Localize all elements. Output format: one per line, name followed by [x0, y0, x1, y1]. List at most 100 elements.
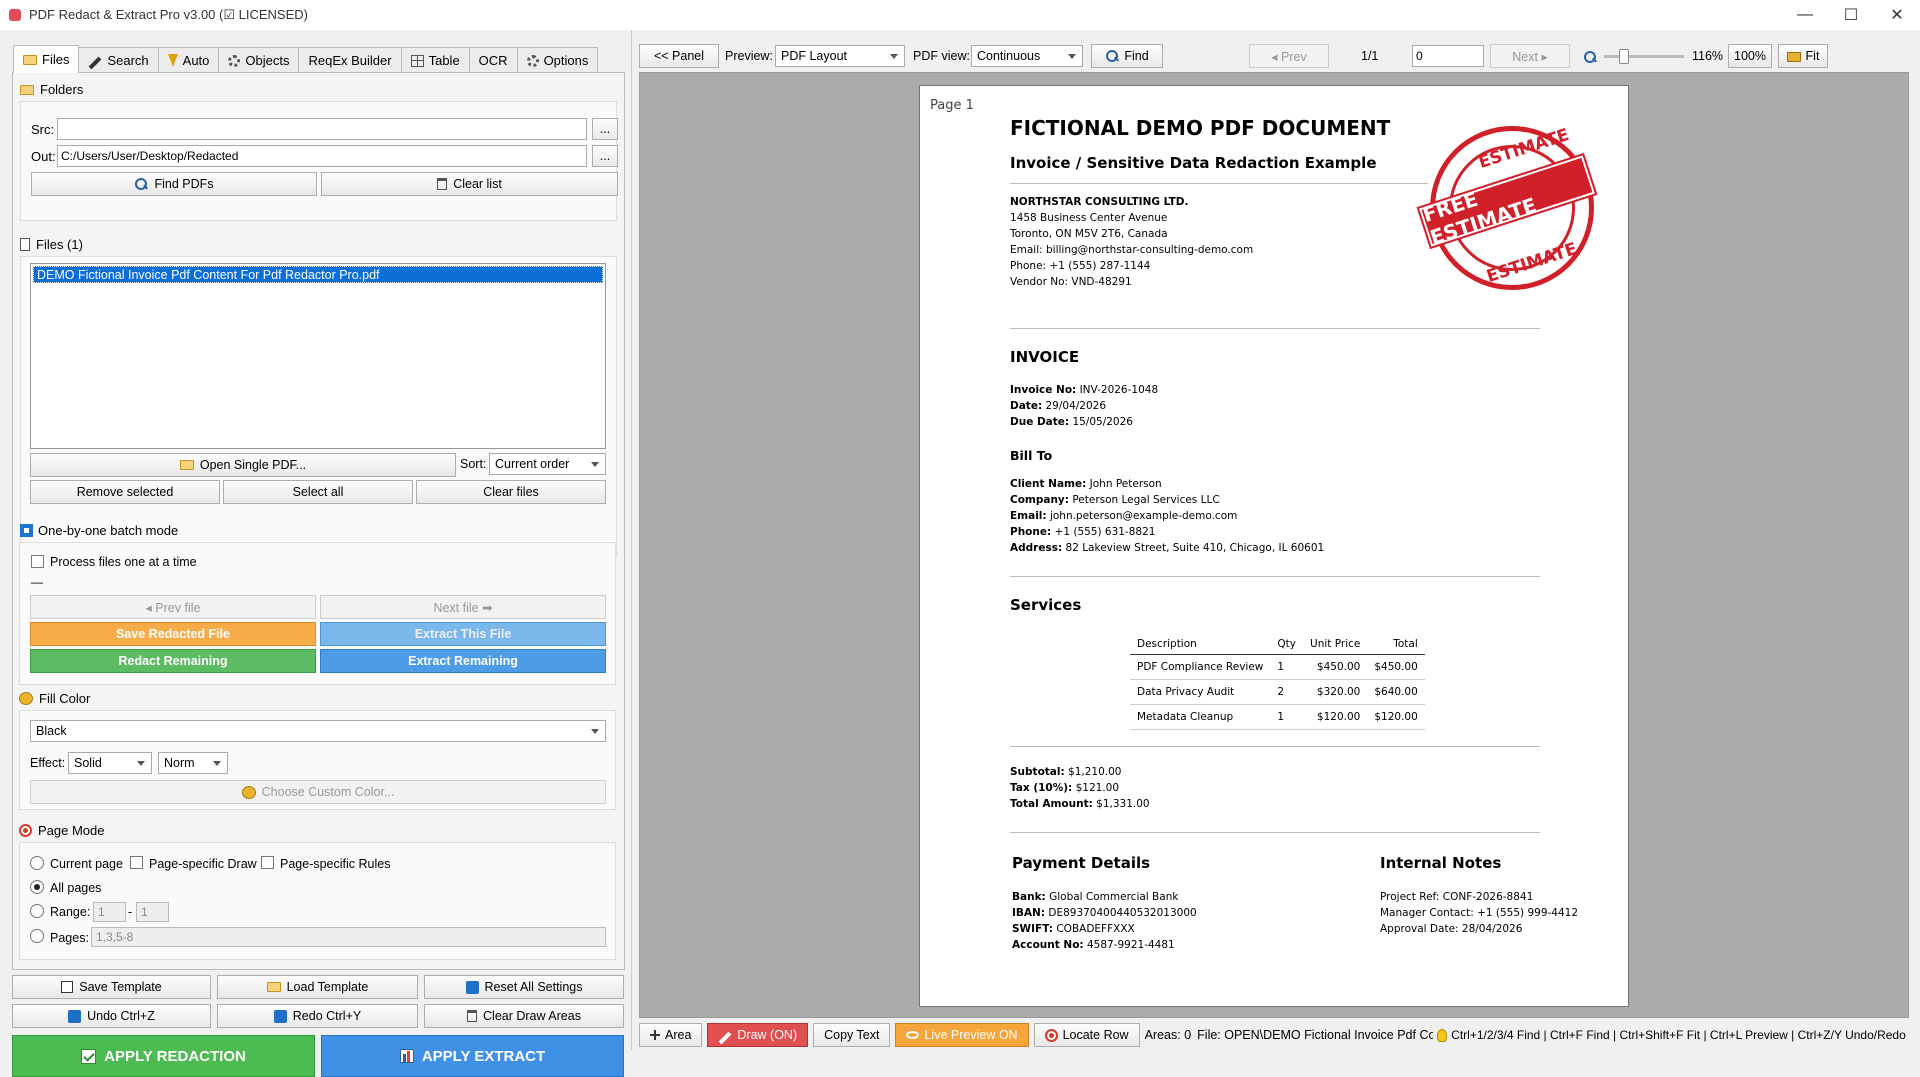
process-one-checkbox[interactable]	[31, 555, 44, 568]
zoom-slider-handle[interactable]	[1619, 49, 1629, 64]
apply-extract-button[interactable]: APPLY EXTRACT	[321, 1035, 624, 1077]
extract-remaining-button[interactable]: Extract Remaining	[320, 649, 606, 673]
next-file-button[interactable]: Next file ➡	[320, 595, 606, 619]
all-pages-radio[interactable]	[30, 880, 44, 894]
save-redacted-file-button[interactable]: Save Redacted File	[30, 622, 316, 646]
prev-file-button[interactable]: ◂ Prev file	[30, 595, 316, 619]
account-number: Account No: 4587-9921-4481	[1012, 939, 1175, 951]
sort-select[interactable]: Current order	[489, 453, 606, 475]
load-template-button[interactable]: Load Template	[217, 975, 418, 999]
pages-input[interactable]: 1,3,5-8	[91, 927, 606, 947]
out-browse-button[interactable]: ...	[592, 145, 618, 167]
table-cell: $640.00	[1367, 679, 1425, 705]
page-specific-draw-checkbox[interactable]	[130, 856, 143, 869]
clear-draw-areas-button[interactable]: Clear Draw Areas	[424, 1004, 624, 1028]
apply-redaction-button[interactable]: APPLY REDACTION	[12, 1035, 315, 1077]
extract-this-file-button[interactable]: Extract This File	[320, 622, 606, 646]
folders-section-title: Folders	[20, 82, 83, 97]
search-icon	[1105, 49, 1119, 63]
range-radio[interactable]	[30, 904, 44, 918]
files-listbox[interactable]: DEMO Fictional Invoice Pdf Content For P…	[30, 263, 606, 449]
save-template-button[interactable]: Save Template	[12, 975, 211, 999]
list-item[interactable]: DEMO Fictional Invoice Pdf Content For P…	[33, 266, 603, 283]
close-button[interactable]: ✕	[1874, 0, 1920, 30]
prev-page-button[interactable]: ◂ Prev	[1249, 44, 1329, 68]
palette-icon	[241, 785, 256, 799]
choose-custom-color-button[interactable]: Choose Custom Color...	[30, 780, 606, 804]
target-icon	[19, 824, 32, 837]
pdf-page[interactable]: Page 1 FICTIONAL DEMO PDF DOCUMENT Invoi…	[919, 85, 1629, 1007]
draw-toggle-button[interactable]: Draw (ON)	[707, 1023, 809, 1047]
field-key: Total Amount:	[1010, 798, 1093, 810]
pdf-view-select[interactable]: Continuous	[971, 45, 1083, 67]
clear-files-button[interactable]: Clear files	[416, 480, 606, 504]
process-one-label: Process files one at a time	[50, 555, 197, 569]
pages-radio[interactable]	[30, 929, 44, 943]
table-cell: $450.00	[1367, 654, 1425, 680]
out-input[interactable]: C:/Users/User/Desktop/Redacted	[57, 145, 587, 167]
eye-icon	[906, 1031, 920, 1039]
area-button[interactable]: Area	[639, 1023, 703, 1047]
range-to-spinner[interactable]: 1	[136, 902, 169, 922]
pdf-viewer[interactable]: Page 1 FICTIONAL DEMO PDF DOCUMENT Invoi…	[639, 72, 1909, 1018]
redo-button[interactable]: Redo Ctrl+Y	[217, 1004, 418, 1028]
button-label: Load Template	[286, 980, 369, 994]
clear-list-button[interactable]: Clear list	[321, 172, 618, 196]
src-input[interactable]	[57, 118, 587, 140]
reset-all-settings-button[interactable]: Reset All Settings	[424, 975, 624, 999]
next-page-button[interactable]: Next ▸	[1490, 44, 1570, 68]
page-number-input[interactable]: 0	[1412, 45, 1484, 67]
batch-mode-checkbox[interactable]	[20, 524, 33, 537]
fill-color-select[interactable]: Black	[30, 720, 606, 742]
tab-regex-builder[interactable]: ReqEx Builder	[298, 47, 402, 73]
divider	[1010, 183, 1428, 184]
table-cell: 2	[1270, 679, 1304, 705]
shortcuts-hint: Ctrl+1/2/3/4 Find | Ctrl+F Find | Ctrl+S…	[1451, 1028, 1906, 1042]
locate-row-button[interactable]: Locate Row	[1033, 1023, 1140, 1047]
remove-selected-button[interactable]: Remove selected	[30, 480, 220, 504]
find-button[interactable]: Find	[1091, 44, 1163, 68]
field-value: Peterson Legal Services LLC	[1068, 494, 1220, 506]
section-label: Folders	[40, 82, 84, 97]
copy-text-button[interactable]: Copy Text	[813, 1023, 891, 1047]
redact-remaining-button[interactable]: Redact Remaining	[30, 649, 316, 673]
company-phone: Phone: +1 (555) 287-1144	[1010, 260, 1151, 272]
undo-button[interactable]: Undo Ctrl+Z	[12, 1004, 211, 1028]
tab-label: Table	[428, 53, 460, 68]
tab-auto[interactable]: Auto	[157, 47, 220, 73]
button-label: Choose Custom Color...	[261, 785, 395, 799]
tab-objects[interactable]: Objects	[218, 47, 300, 73]
open-single-pdf-button[interactable]: Open Single PDF...	[30, 453, 456, 477]
live-preview-toggle-button[interactable]: Live Preview ON	[895, 1023, 1029, 1047]
plus-icon	[650, 1030, 660, 1040]
palette-icon	[19, 692, 33, 705]
current-page-radio[interactable]	[30, 856, 44, 870]
minimize-button[interactable]: —	[1782, 0, 1828, 30]
tab-table[interactable]: Table	[400, 47, 470, 73]
maximize-button[interactable]: ☐	[1828, 0, 1874, 30]
button-label: Locate Row	[1062, 1028, 1129, 1042]
field-key: Address:	[1010, 542, 1063, 554]
panel-toggle-button[interactable]: << Panel	[639, 44, 719, 68]
norm-select[interactable]: Norm	[158, 752, 228, 774]
preview-select[interactable]: PDF Layout	[775, 45, 905, 67]
table-icon	[410, 54, 424, 67]
tab-ocr[interactable]: OCR	[468, 47, 518, 73]
current-file-status: File: OPEN\DEMO Fictional Invoice Pdf Co…	[1197, 1028, 1434, 1042]
tab-options[interactable]: Options	[516, 47, 599, 73]
zoom-100-button[interactable]: 100%	[1728, 44, 1772, 68]
tab-search[interactable]: Search	[78, 47, 159, 73]
target-icon	[1044, 1028, 1058, 1042]
tab-files[interactable]: Files	[13, 45, 80, 73]
field-key: Tax (10%):	[1010, 782, 1073, 794]
invoice-heading: INVOICE	[1010, 348, 1080, 366]
effect-select[interactable]: Solid	[68, 752, 152, 774]
folder-icon	[266, 982, 281, 992]
select-all-button[interactable]: Select all	[223, 480, 413, 504]
fit-button[interactable]: Fit	[1778, 44, 1828, 68]
range-from-spinner[interactable]: 1	[93, 902, 126, 922]
src-browse-button[interactable]: ...	[592, 118, 618, 140]
zoom-slider[interactable]	[1604, 55, 1684, 58]
find-pdfs-button[interactable]: Find PDFs	[31, 172, 317, 196]
page-specific-rules-checkbox[interactable]	[261, 856, 274, 869]
